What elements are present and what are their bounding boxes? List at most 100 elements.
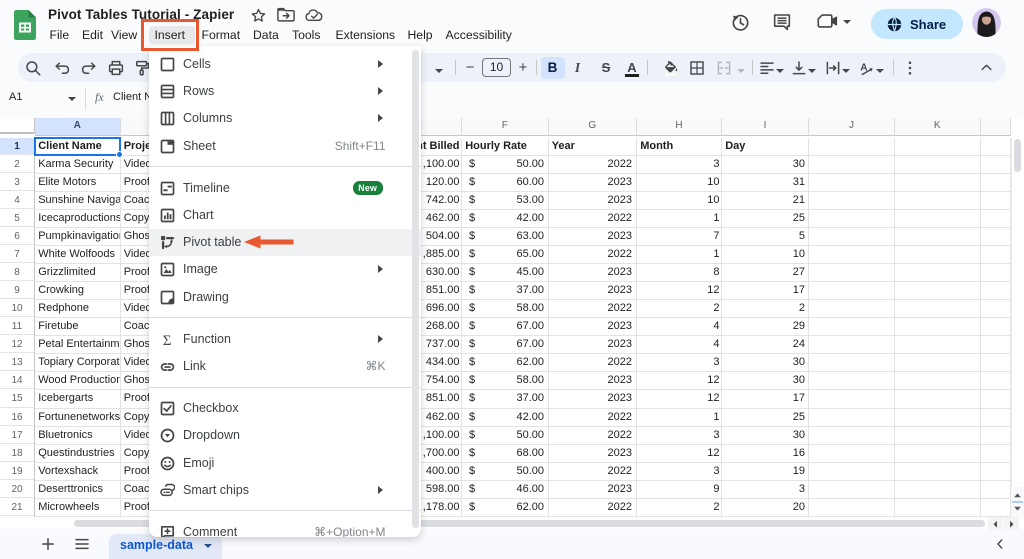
- cell-F18[interactable]: $68.00: [462, 445, 548, 462]
- cell-A21[interactable]: Microwheels: [35, 499, 120, 516]
- menubar-item-extensions[interactable]: Extensions: [336, 26, 396, 45]
- menu-item-image[interactable]: Image: [149, 256, 413, 283]
- cell-I3[interactable]: 31: [722, 174, 808, 191]
- cell-H5[interactable]: 1: [637, 210, 721, 227]
- menubar-item-accessibility[interactable]: Accessibility: [446, 26, 512, 45]
- vertical-align-icon[interactable]: [790, 59, 808, 77]
- meet-dropdown-caret-icon[interactable]: [843, 20, 851, 24]
- cell-G15[interactable]: 2023: [549, 390, 637, 407]
- menu-item-comment[interactable]: Comment ⌘+Option+M: [149, 518, 413, 537]
- menu-item-drawing[interactable]: Drawing: [149, 283, 413, 310]
- cell-A13[interactable]: Topiary Corporation: [35, 354, 119, 371]
- collapse-toolbar-icon[interactable]: [979, 60, 994, 75]
- column-header-F[interactable]: F: [462, 118, 549, 136]
- cell-G19[interactable]: 2022: [549, 463, 637, 480]
- horizontal-align-caret-icon[interactable]: [776, 69, 784, 73]
- cell-F20[interactable]: $46.00: [462, 481, 548, 498]
- menu-item-link[interactable]: Link ⌘K: [149, 352, 413, 379]
- share-button[interactable]: Share: [871, 9, 963, 39]
- cell-H2[interactable]: 3: [637, 156, 721, 173]
- menu-item-sheet[interactable]: Sheet Shift+F11: [149, 132, 413, 159]
- row-header-19[interactable]: 19: [0, 462, 34, 480]
- search-icon[interactable]: [24, 59, 42, 77]
- cell-G4[interactable]: 2023: [549, 192, 637, 209]
- scroll-right-button[interactable]: [1004, 517, 1019, 530]
- text-rotation-caret-icon[interactable]: [876, 69, 885, 73]
- cell-G9[interactable]: 2023: [549, 282, 637, 299]
- vertical-scrollbar[interactable]: [1011, 137, 1024, 516]
- cell-F16[interactable]: $42.00: [462, 409, 548, 426]
- cell-I16[interactable]: 25: [722, 409, 808, 426]
- cell-H14[interactable]: 12: [637, 372, 721, 389]
- row-header-4[interactable]: 4: [0, 191, 34, 209]
- row-header-16[interactable]: 16: [0, 408, 34, 426]
- menu-scrollbar[interactable]: [411, 50, 419, 528]
- scroll-left-button[interactable]: [988, 517, 1003, 530]
- menu-item-dropdown[interactable]: Dropdown: [149, 422, 413, 449]
- menu-item-cells[interactable]: Cells: [149, 50, 413, 77]
- fill-handle[interactable]: [116, 151, 123, 159]
- column-header-partial[interactable]: [980, 118, 1011, 136]
- cell-H1[interactable]: Month: [637, 138, 721, 155]
- cell-G14[interactable]: 2023: [549, 372, 637, 389]
- cell-A10[interactable]: Redphone: [35, 300, 120, 317]
- cell-A9[interactable]: Crowking: [35, 282, 120, 299]
- cell-F14[interactable]: $58.00: [462, 372, 548, 389]
- column-header-H[interactable]: H: [637, 118, 722, 136]
- text-rotation-icon[interactable]: A: [858, 59, 876, 77]
- cell-G11[interactable]: 2023: [549, 318, 637, 335]
- column-header-G[interactable]: G: [548, 118, 637, 136]
- cell-H3[interactable]: 10: [637, 174, 721, 191]
- cell-G2[interactable]: 2022: [549, 156, 637, 173]
- name-box[interactable]: A1: [9, 91, 22, 103]
- row-header-5[interactable]: 5: [0, 209, 34, 227]
- cell-G17[interactable]: 2022: [549, 427, 637, 444]
- cell-H11[interactable]: 4: [637, 318, 721, 335]
- row-header-21[interactable]: 21: [0, 498, 34, 516]
- cell-A17[interactable]: Bluetronics: [35, 427, 120, 444]
- collapse-side-panel-icon[interactable]: [993, 537, 1007, 556]
- cell-F10[interactable]: $58.00: [462, 300, 548, 317]
- cell-G1[interactable]: Year: [549, 138, 637, 155]
- cell-F11[interactable]: $67.00: [462, 318, 548, 335]
- cell-F3[interactable]: $60.00: [462, 174, 548, 191]
- cell-I12[interactable]: 24: [722, 336, 808, 353]
- row-header-14[interactable]: 14: [0, 372, 34, 390]
- add-sheet-icon[interactable]: [39, 535, 57, 558]
- cell-G21[interactable]: 2022: [549, 499, 637, 516]
- italic-button[interactable]: I: [567, 57, 589, 79]
- cell-F5[interactable]: $42.00: [462, 210, 548, 227]
- select-all-corner[interactable]: [0, 118, 35, 134]
- cell-I8[interactable]: 27: [722, 264, 808, 281]
- all-sheets-icon[interactable]: [74, 537, 90, 556]
- cell-G10[interactable]: 2022: [549, 300, 637, 317]
- cell-I14[interactable]: 30: [722, 372, 808, 389]
- menu-item-chart[interactable]: Chart: [149, 201, 413, 228]
- cell-F1[interactable]: Hourly Rate: [462, 138, 548, 155]
- cell-F8[interactable]: $45.00: [462, 264, 548, 281]
- menubar-item-tools[interactable]: Tools: [292, 26, 320, 45]
- cell-A8[interactable]: Grizzlimited: [35, 264, 120, 281]
- cell-F15[interactable]: $37.00: [462, 390, 548, 407]
- column-header-I[interactable]: I: [722, 118, 809, 136]
- menubar-item-view[interactable]: View: [111, 26, 137, 45]
- zoom-dropdown-caret-icon[interactable]: [435, 69, 443, 73]
- row-header-20[interactable]: 20: [0, 480, 34, 498]
- cell-G20[interactable]: 2023: [549, 481, 637, 498]
- cell-I2[interactable]: 30: [722, 156, 808, 173]
- redo-icon[interactable]: [80, 59, 98, 77]
- cell-F4[interactable]: $53.00: [462, 192, 548, 209]
- cell-F19[interactable]: $50.00: [462, 463, 548, 480]
- cell-G5[interactable]: 2022: [549, 210, 637, 227]
- cell-G8[interactable]: 2023: [549, 264, 637, 281]
- print-icon[interactable]: [107, 59, 125, 77]
- cell-A16[interactable]: Fortunenetworks: [35, 409, 119, 426]
- fill-color-icon[interactable]: [662, 59, 680, 77]
- menu-item-emoji[interactable]: Emoji: [149, 449, 413, 476]
- row-header-15[interactable]: 15: [0, 390, 34, 408]
- cell-I5[interactable]: 25: [722, 210, 808, 227]
- menubar-item-file[interactable]: File: [50, 26, 70, 45]
- more-toolbar-icon[interactable]: [901, 59, 919, 77]
- cell-A2[interactable]: Karma Security: [35, 156, 120, 173]
- cell-G16[interactable]: 2022: [549, 409, 637, 426]
